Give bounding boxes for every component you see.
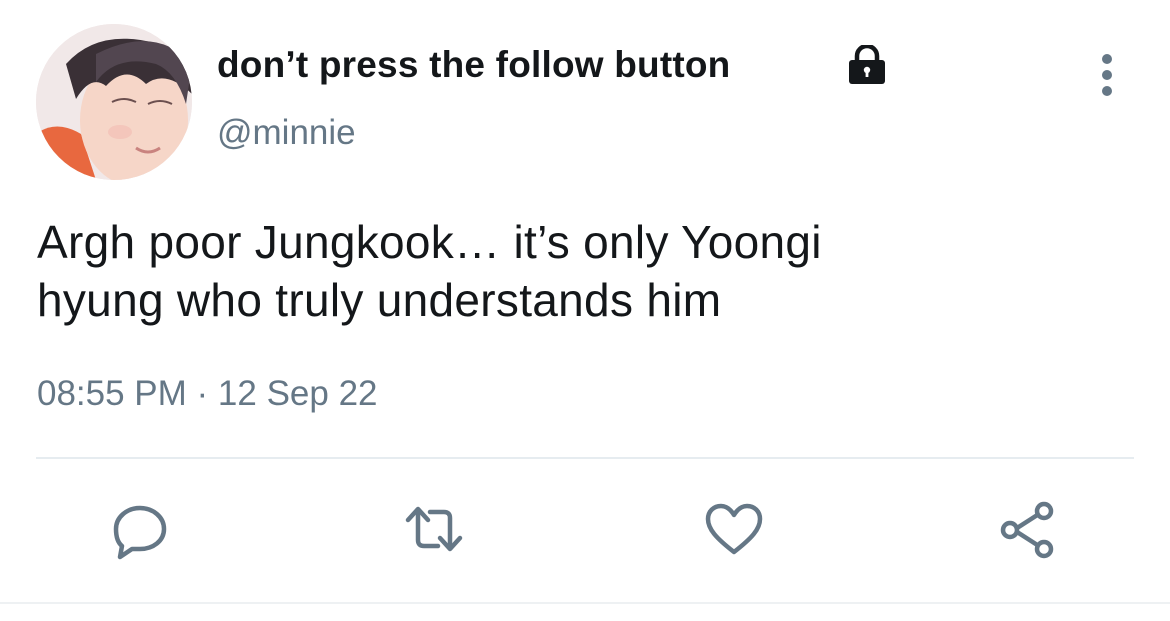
divider [0, 602, 1170, 604]
tweet-text-line: Argh poor Jungkook… it’s only Yoongi [37, 216, 822, 268]
share-button[interactable] [998, 500, 1058, 560]
display-name[interactable]: don’t press the follow button [217, 44, 730, 86]
like-button[interactable] [704, 500, 764, 560]
user-handle[interactable]: @minnie [217, 113, 356, 153]
avatar-image [36, 24, 192, 180]
tweet-text: Argh poor Jungkook… it’s only Yoongi hyu… [37, 213, 1127, 329]
reply-button[interactable] [110, 500, 170, 560]
tweet-text-line: hyung who truly understands him [37, 274, 722, 326]
tweet-card: don’t press the follow button @minnie Ar… [0, 0, 1170, 621]
lock-icon [846, 43, 888, 85]
heart-icon [705, 503, 763, 555]
tweet-timestamp[interactable]: 08:55 PM · 12 Sep 22 [37, 374, 378, 414]
reply-icon [113, 505, 167, 560]
share-icon [1000, 501, 1054, 559]
more-options-button[interactable] [1090, 52, 1124, 98]
divider [36, 457, 1134, 459]
more-vertical-icon [1102, 54, 1112, 96]
avatar[interactable] [36, 24, 192, 180]
retweet-button[interactable] [404, 500, 464, 560]
retweet-icon [405, 506, 463, 552]
